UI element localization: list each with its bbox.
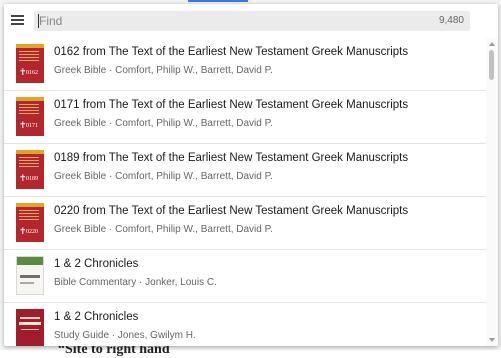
search-bar: 9,480 <box>4 4 498 38</box>
book-cover-thumbnail <box>16 309 44 346</box>
book-cover-thumbnail <box>16 256 44 295</box>
cover-code: 0171 <box>26 123 38 129</box>
results-list: ✝ 0162 0162 from The Text of the Earlies… <box>4 38 486 346</box>
result-item[interactable]: ✝ 0171 0171 from The Text of the Earlies… <box>4 91 486 144</box>
book-cover-thumbnail: ✝ 0162 <box>16 44 44 83</box>
result-subtitle: Greek Bible · Comfort, Philip W., Barret… <box>54 224 273 235</box>
background-tab-indicator <box>188 0 248 2</box>
result-item[interactable]: ✝ 0220 0220 from The Text of the Earlies… <box>4 197 486 250</box>
book-cover-thumbnail: ✝ 0220 <box>16 203 44 242</box>
result-title: 1 & 2 Chronicles <box>54 311 139 323</box>
result-subtitle: Study Guide · Jones, Gwilym H. <box>54 330 196 341</box>
book-cover-thumbnail: ✝ 0171 <box>16 97 44 136</box>
cover-code: 0220 <box>26 229 38 235</box>
search-input[interactable] <box>34 11 419 31</box>
result-subtitle: Greek Bible · Comfort, Philip W., Barret… <box>54 65 273 76</box>
cover-code: 0162 <box>26 70 38 76</box>
result-subtitle: Greek Bible · Comfort, Philip W., Barret… <box>54 118 273 129</box>
result-title: 0189 from The Text of the Earliest New T… <box>54 152 409 164</box>
result-item[interactable]: ✝ 0162 0162 from The Text of the Earlies… <box>4 38 486 91</box>
result-subtitle: Bible Commentary · Jonker, Louis C. <box>54 277 217 288</box>
result-item[interactable]: 1 & 2 Chronicles Study Guide · Jones, Gw… <box>4 303 486 346</box>
result-title: 1 & 2 Chronicles <box>54 258 139 270</box>
result-title: 0162 from The Text of the Earliest New T… <box>54 46 409 58</box>
result-item[interactable]: ✝ 0189 0189 from The Text of the Earlies… <box>4 144 486 197</box>
results-scrollbar[interactable] <box>486 38 498 346</box>
book-cover-thumbnail: ✝ 0189 <box>16 150 44 189</box>
text-caret <box>38 14 39 28</box>
result-title: 0171 from The Text of the Earliest New T… <box>54 99 409 111</box>
hamburger-menu-icon[interactable] <box>10 12 26 28</box>
cover-code: 0189 <box>26 176 38 182</box>
search-field: 9,480 <box>34 11 470 31</box>
scrollbar-thumb[interactable] <box>489 50 494 80</box>
find-popup: 9,480 ✝ 0162 0162 from The Text of the E… <box>4 4 498 346</box>
chevron-up-icon[interactable] <box>489 42 495 46</box>
result-count: 9,480 <box>438 15 464 26</box>
chevron-down-icon[interactable] <box>489 338 495 342</box>
result-subtitle: Greek Bible · Comfort, Philip W., Barret… <box>54 171 273 182</box>
result-item[interactable]: 1 & 2 Chronicles Bible Commentary · Jonk… <box>4 250 486 303</box>
result-title: 0220 from The Text of the Earliest New T… <box>54 205 409 217</box>
